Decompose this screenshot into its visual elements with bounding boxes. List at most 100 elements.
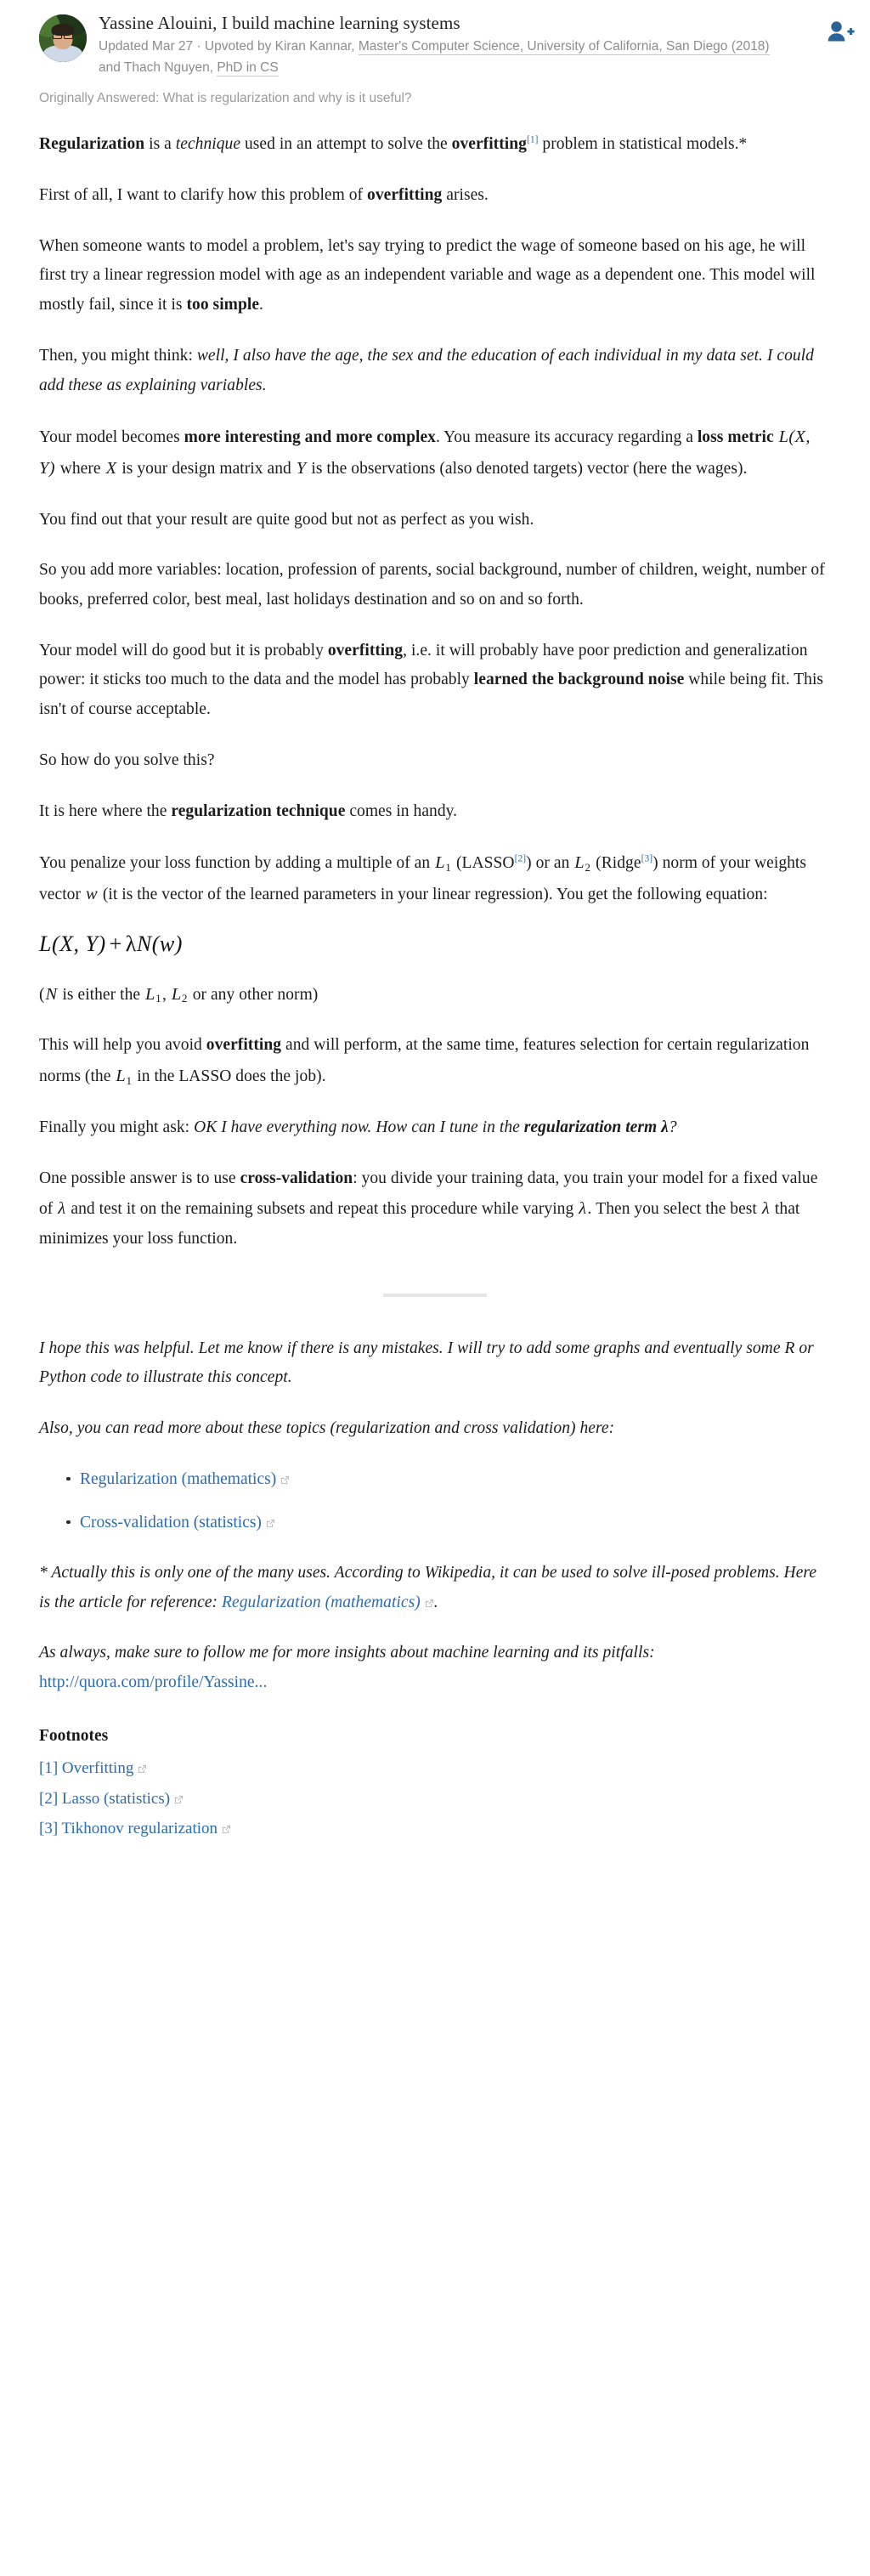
byline-prefix: Updated Mar 27 · Upvoted by Kiran Kannar… <box>99 38 359 54</box>
math-lambda-1: λ <box>58 1199 66 1219</box>
p5-text-2: . You measure its accuracy regarding a <box>435 428 698 447</box>
p4-text-1: Then, you might think: <box>39 346 197 365</box>
paragraph-9: So how do you solve this? <box>39 746 831 776</box>
math-lambda-2: λ <box>579 1199 587 1219</box>
p12-text-2: is either the <box>58 985 144 1004</box>
link-regularization-mathematics[interactable]: Regularization (mathematics) <box>80 1470 276 1488</box>
p1-text-1: is a <box>144 135 176 154</box>
footnote-item-3: [3] Tikhonov regularization <box>39 1815 831 1843</box>
paragraph-18: * Actually this is only one of the many … <box>39 1559 831 1617</box>
byline-credential-2: PhD in CS <box>217 59 279 76</box>
paragraph-3: When someone wants to model a problem, l… <box>39 232 831 320</box>
math-w: w <box>85 885 98 903</box>
footnote-ref-2[interactable]: [2] <box>515 854 527 864</box>
p5-text-1: Your model becomes <box>39 428 184 447</box>
p11-text-1: You penalize your loss function by addin… <box>39 854 435 873</box>
equation-lhs: L(X, Y) <box>39 931 106 956</box>
paragraph-8: Your model will do good but it is probab… <box>39 637 831 725</box>
external-link-icon <box>138 1756 147 1773</box>
paragraph-15: One possible answer is to use cross-vali… <box>39 1164 831 1254</box>
p11-text-6: (it is the vector of the learned paramet… <box>98 886 768 903</box>
external-link-icon <box>222 1816 231 1834</box>
p5-text-4: is your design matrix and <box>117 459 296 478</box>
p11-text-2: (LASSO <box>452 854 515 873</box>
p14-text-1: Finally you might ask: <box>39 1118 195 1136</box>
display-equation: L(X, Y) + λN(w) <box>39 931 831 957</box>
p14-lambda: λ <box>657 1118 669 1136</box>
math-L1-b: L1 <box>145 984 161 1005</box>
p5-text-3: where <box>55 459 105 478</box>
p15-bold-cross-validation: cross-validation <box>240 1169 353 1187</box>
p13-bold-overfitting: overfitting <box>206 1036 282 1055</box>
avatar-glasses <box>53 32 73 40</box>
paragraph-14: Finally you might ask: OK I have everyth… <box>39 1113 831 1143</box>
footnote-ref-1[interactable]: [1] <box>527 135 539 145</box>
p11-text-4: (Ridge <box>591 854 641 873</box>
paragraph-12: (N is either the L1, L2 or any other nor… <box>39 979 831 1011</box>
p5-bold-complex: more interesting and more complex <box>184 428 436 447</box>
math-X: X <box>105 458 117 478</box>
p16-italic-1: I hope this was helpful. Let me know if … <box>39 1339 814 1387</box>
footnote-item-1: [1] Overfitting <box>39 1755 831 1783</box>
author-name[interactable]: Yassine Alouini, I build machine learnin… <box>99 12 788 35</box>
p2-bold-overfitting: overfitting <box>367 186 443 205</box>
footnote-link-overfitting[interactable]: [1] Overfitting <box>39 1759 133 1777</box>
section-divider <box>383 1293 487 1297</box>
p5-text-5: is the observations (also denoted target… <box>307 459 748 478</box>
footnote-ref-3[interactable]: [3] <box>641 854 653 864</box>
p8-bold-background-noise: learned the background noise <box>473 671 685 689</box>
equation-lambda: λ <box>125 931 137 956</box>
paragraph-17: Also, you can read more about these topi… <box>39 1414 831 1444</box>
p1-bold-overfitting: overfitting <box>451 135 527 154</box>
footnote-link-lasso-statistics[interactable]: [2] Lasso (statistics) <box>39 1790 170 1808</box>
footnote-link-tikhonov-regularization[interactable]: [3] Tikhonov regularization <box>39 1820 218 1837</box>
list-item: Cross-validation (statistics) <box>66 1509 831 1537</box>
p11-text-3: ) or an <box>526 854 574 873</box>
external-link-icon <box>174 1786 184 1803</box>
equation-operator: + <box>109 931 122 956</box>
p10-text-1: It is here where the <box>39 801 172 820</box>
math-L1-a: L1 <box>435 853 452 874</box>
p15-text-3: and test it on the remaining subsets and… <box>66 1200 579 1219</box>
p14-italic-2: ? <box>668 1118 677 1136</box>
math-L2-b: L2 <box>171 984 188 1005</box>
link-cross-validation-statistics[interactable]: Cross-validation (statistics) <box>80 1514 262 1531</box>
math-L2-a: L2 <box>574 853 591 874</box>
link-quora-profile[interactable]: http://quora.com/profile/Yassine... <box>39 1673 267 1691</box>
p13-text-1: This will help you avoid <box>39 1036 206 1055</box>
p10-bold-regularization-technique: regularization technique <box>171 801 346 820</box>
footnote-item-2: [2] Lasso (statistics) <box>39 1786 831 1814</box>
link-regularization-mathematics-inline[interactable]: Regularization (mathematics) <box>222 1594 421 1611</box>
avatar[interactable] <box>39 14 87 62</box>
p10-text-2: comes in handy. <box>345 801 458 820</box>
p18-italic-2: . <box>433 1593 438 1611</box>
p3-text-2: . <box>259 296 263 314</box>
p3-text-1: When someone wants to model a problem, l… <box>39 236 816 314</box>
p8-bold-overfitting: overfitting <box>327 641 404 660</box>
p17-italic-1: Also, you can read more about these topi… <box>39 1419 615 1438</box>
p12-text-4: or any other norm) <box>188 985 319 1004</box>
math-Y: Y <box>296 458 307 478</box>
byline-credential-1: Master's Computer Science, University of… <box>358 38 770 55</box>
paragraph-1: Regularization is a technique used in an… <box>39 130 831 160</box>
originally-answered-label: Originally Answered: What is regularizat… <box>39 91 412 106</box>
follow-user-icon[interactable] <box>826 19 855 44</box>
p9-text-1: So how do you solve this? <box>39 750 215 769</box>
paragraph-5: Your model becomes more interesting and … <box>39 422 831 484</box>
paragraph-16: I hope this was helpful. Let me know if … <box>39 1334 831 1393</box>
p1-italic-technique: technique <box>175 135 241 154</box>
p12-text-3: , <box>161 985 171 1004</box>
p1-text-2: used in an attempt to solve the <box>240 135 452 154</box>
p13-text-3: in the LASSO does the job). <box>133 1067 326 1086</box>
p1-bold-regularization: Regularization <box>39 135 145 154</box>
paragraph-4: Then, you might think: well, I also have… <box>39 342 831 400</box>
p8-text-1: Your model will do good but it is probab… <box>39 641 328 660</box>
equation-rhs: N(w) <box>136 931 183 956</box>
p6-text-1: You find out that your result are quite … <box>39 510 534 529</box>
paragraph-6: You find out that your result are quite … <box>39 506 831 535</box>
p19-italic-1: As always, make sure to follow me for mo… <box>39 1644 655 1662</box>
p14-italic-1: OK I have everything now. How can I tune… <box>194 1118 524 1136</box>
p12-text-1: ( <box>39 985 45 1004</box>
p2-text-2: arises. <box>442 186 489 205</box>
byline: Updated Mar 27 · Upvoted by Kiran Kannar… <box>99 36 788 78</box>
